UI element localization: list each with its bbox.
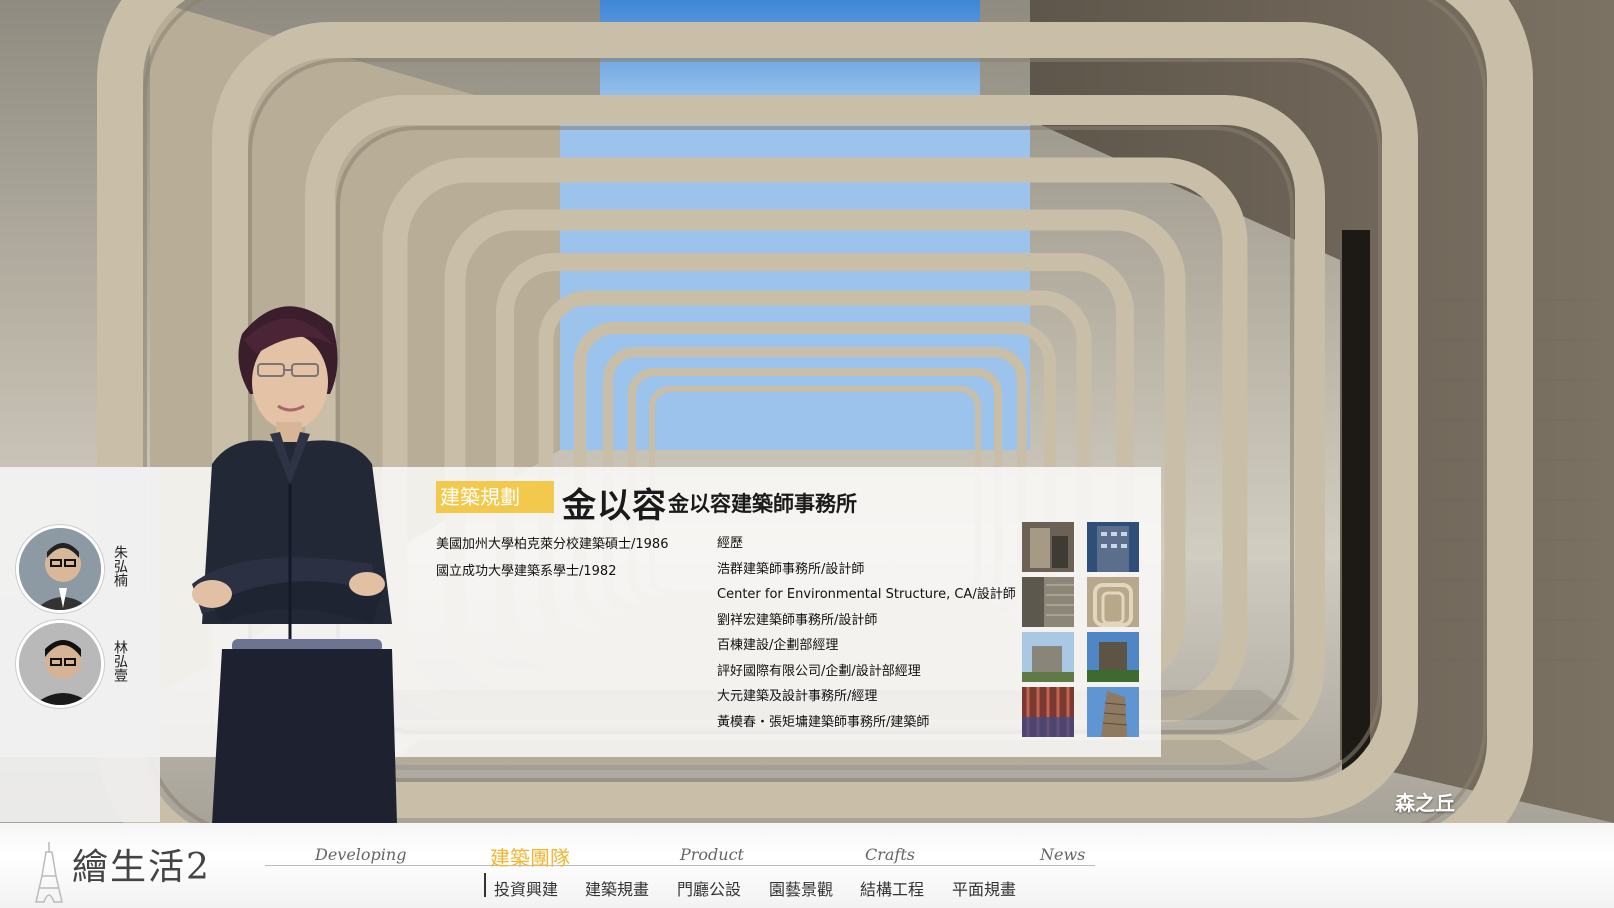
project-thumbnail[interactable] (1022, 687, 1074, 737)
architect-portrait (172, 294, 412, 824)
team-name-2: 林弘壹 (112, 640, 128, 682)
experience-item: Center for Environmental Structure, CA/設… (717, 587, 1016, 602)
person-icon (192, 306, 397, 824)
eiffel-tower-icon (35, 842, 63, 903)
team-avatar-2[interactable] (16, 620, 104, 708)
subnav-item-investment[interactable]: 投資興建 (494, 876, 558, 900)
nav-item-crafts[interactable]: Crafts (865, 845, 915, 864)
project-thumbnails (1022, 522, 1140, 740)
team-name-1: 朱弘楠 (112, 545, 128, 587)
category-tag: 建築規劃 (436, 481, 554, 513)
nav-item-team[interactable]: 建築團隊 (490, 842, 570, 871)
nav-item-news[interactable]: News (1040, 845, 1085, 864)
firm-name: 金以容建築師事務所 (668, 491, 857, 516)
nav-divider (265, 865, 1095, 866)
subnav-item-landscape[interactable]: 園藝景觀 (769, 876, 833, 900)
project-label: 森之丘 (1395, 791, 1455, 815)
project-thumbnail[interactable] (1022, 632, 1074, 682)
project-thumbnail[interactable] (1022, 522, 1074, 572)
experience-list: 經歷 浩群建築師事務所/設計師 Center for Environmental… (717, 531, 1016, 735)
project-thumbnail[interactable] (1087, 632, 1139, 682)
subnav-item-floorplan[interactable]: 平面規畫 (952, 876, 1016, 900)
education-item: 美國加州大學柏克萊分校建築碩士/1986 (436, 537, 669, 552)
team-avatar-1[interactable] (16, 525, 104, 613)
education-item: 國立成功大學建築系學士/1982 (436, 564, 617, 579)
nav-item-developing[interactable]: Developing (315, 845, 406, 864)
subnav-item-lobby[interactable]: 門廳公設 (677, 876, 741, 900)
subnav-item-structure[interactable]: 結構工程 (860, 876, 924, 900)
subnav-indicator (484, 873, 486, 897)
project-thumbnail[interactable] (1087, 577, 1139, 627)
experience-item: 浩群建築師事務所/設計師 (717, 561, 865, 577)
experience-item: 黃模春・張矩墉建築師事務所/建築師 (717, 714, 930, 730)
experience-item: 劉祥宏建築師事務所/設計師 (717, 612, 878, 628)
nav-item-product[interactable]: Product (680, 845, 744, 864)
project-thumbnail[interactable] (1087, 522, 1139, 572)
project-thumbnail[interactable] (1022, 577, 1074, 627)
project-thumbnail[interactable] (1087, 687, 1139, 737)
education-list: 美國加州大學柏克萊分校建築碩士/1986 國立成功大學建築系學士/1982 (436, 531, 668, 585)
experience-item: 大元建築及設計事務所/經理 (717, 689, 878, 704)
architect-name: 金以容 (562, 486, 667, 526)
experience-item: 評好國際有限公司/企劃/設計部經理 (717, 663, 921, 679)
experience-heading: 經歷 (717, 536, 744, 551)
subnav-item-architecture[interactable]: 建築規畫 (585, 876, 649, 900)
site-logo[interactable]: 繪生活2 (72, 838, 211, 890)
experience-item: 百棟建設/企劃部經理 (717, 638, 839, 653)
